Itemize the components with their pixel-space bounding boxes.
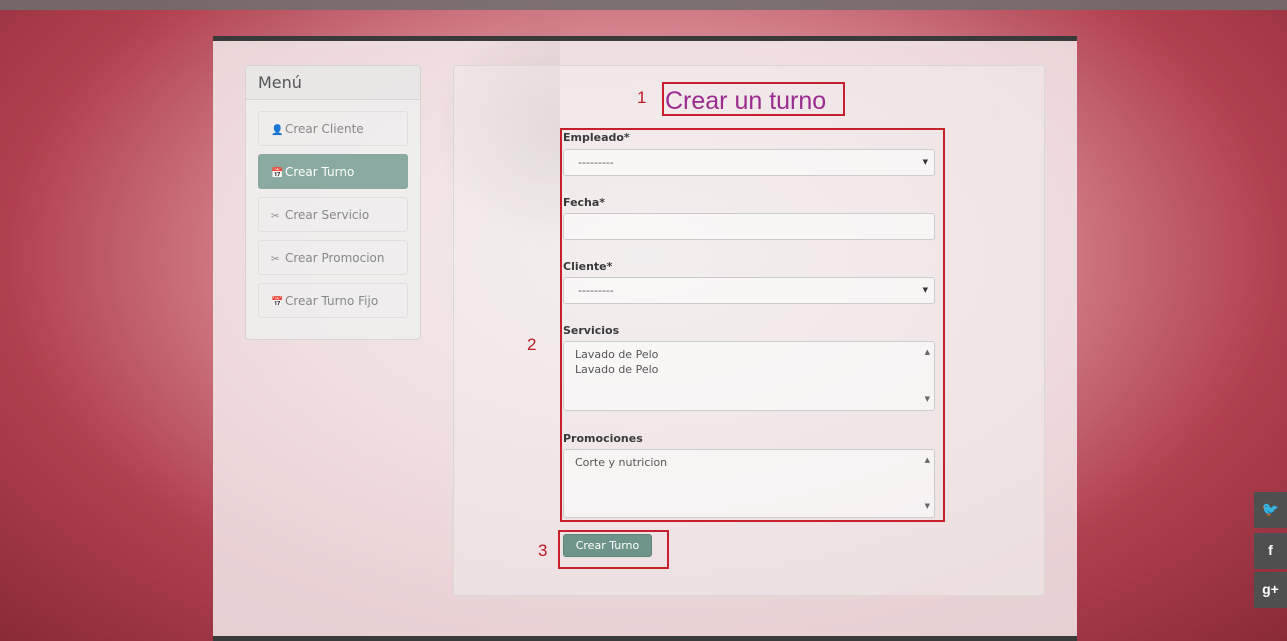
- facebook-icon: f: [1268, 542, 1273, 558]
- sidebar-item-label: Crear Promocion: [285, 251, 385, 265]
- page-title: Crear un turno: [665, 87, 827, 115]
- google-plus-button[interactable]: g+: [1254, 572, 1287, 608]
- calendar-icon: 📅: [271, 168, 284, 179]
- twitter-icon: 🐦: [1261, 501, 1280, 517]
- promociones-multiselect[interactable]: Corte y nutricion ▲ ▼: [563, 449, 935, 518]
- container-bottom-bar: [213, 636, 1077, 641]
- scroll-up-icon[interactable]: ▲: [925, 453, 930, 468]
- sidebar-item-label: Crear Turno: [285, 165, 355, 179]
- sidebar-item-label: Crear Turno Fijo: [285, 294, 379, 308]
- fecha-label: Fecha*: [563, 196, 606, 209]
- servicios-label: Servicios: [563, 324, 620, 337]
- empleado-select[interactable]: --------- ▼: [563, 149, 935, 176]
- sidebar-item-crear-cliente[interactable]: 👤 Crear Cliente: [258, 111, 408, 146]
- caret-down-icon: ▼: [922, 286, 928, 294]
- sidebar-item-crear-promocion[interactable]: ✂ Crear Promocion: [258, 240, 408, 275]
- servicios-multiselect[interactable]: Lavado de Pelo Lavado de Pelo ▲ ▼: [563, 341, 935, 411]
- scroll-up-icon[interactable]: ▲: [925, 345, 930, 360]
- facebook-button[interactable]: f: [1254, 533, 1287, 569]
- list-item[interactable]: Lavado de Pelo: [575, 347, 934, 362]
- promociones-label: Promociones: [563, 432, 643, 445]
- scroll-down-icon[interactable]: ▼: [925, 392, 930, 407]
- crear-turno-button[interactable]: Crear Turno: [563, 534, 652, 557]
- scissors-icon: ✂: [271, 254, 280, 265]
- sidebar-item-label: Crear Cliente: [285, 122, 364, 136]
- scroll-down-icon[interactable]: ▼: [925, 499, 930, 514]
- sidebar-item-crear-turno[interactable]: 📅 Crear Turno: [258, 154, 408, 189]
- annotation-number-2: 2: [527, 335, 537, 354]
- cliente-select[interactable]: --------- ▼: [563, 277, 935, 304]
- google-plus-icon: g+: [1262, 581, 1279, 597]
- fecha-input[interactable]: [563, 213, 935, 240]
- top-bar: [0, 0, 1287, 10]
- list-item[interactable]: Lavado de Pelo: [575, 362, 934, 377]
- list-item[interactable]: Corte y nutricion: [575, 455, 934, 470]
- user-icon: 👤: [271, 125, 284, 136]
- twitter-button[interactable]: 🐦: [1254, 492, 1287, 528]
- cliente-label: Cliente*: [563, 260, 613, 273]
- calendar-icon: 📅: [271, 297, 284, 308]
- empleado-value: ---------: [578, 156, 614, 169]
- annotation-number-3: 3: [538, 541, 548, 560]
- sidebar-item-crear-turno-fijo[interactable]: 📅 Crear Turno Fijo: [258, 283, 408, 318]
- sidebar-item-label: Crear Servicio: [285, 208, 370, 222]
- caret-down-icon: ▼: [922, 158, 928, 166]
- cliente-value: ---------: [578, 284, 614, 297]
- sidebar-title: Menú: [246, 66, 420, 100]
- sidebar-menu: Menú 👤 Crear Cliente 📅 Crear Turno ✂ Crear …: [245, 65, 421, 340]
- scissors-icon: ✂: [271, 211, 280, 222]
- empleado-label: Empleado*: [563, 131, 630, 144]
- annotation-number-1: 1: [637, 88, 647, 107]
- sidebar-item-crear-servicio[interactable]: ✂ Crear Servicio: [258, 197, 408, 232]
